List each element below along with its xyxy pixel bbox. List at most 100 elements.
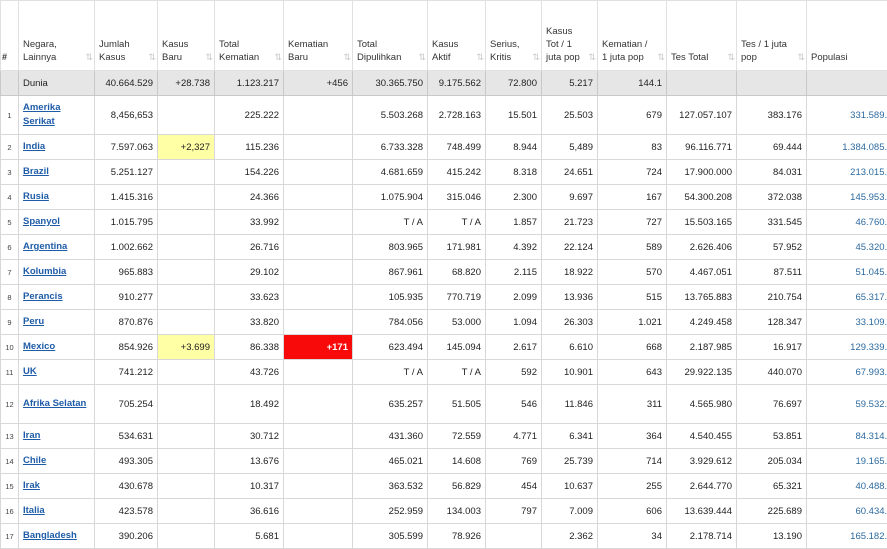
country-link[interactable]: Brazil (23, 165, 49, 179)
country-link[interactable]: Spanyol (23, 215, 60, 229)
cell-serious: 546 (486, 385, 542, 424)
cell-num: 12 (1, 385, 19, 424)
cell-tests-per-m: 128.347 (737, 310, 807, 335)
cell-new-deaths (284, 135, 353, 160)
cell-num: 8 (1, 285, 19, 310)
country-link[interactable]: Afrika Selatan (23, 397, 86, 411)
cell-total-cases: 8,456,653 (95, 96, 158, 135)
country-link[interactable]: Argentina (23, 240, 67, 254)
cell-total-tests: 4.540.455 (667, 424, 737, 449)
sort-icon[interactable]: ⇅ (205, 51, 211, 64)
sort-icon[interactable]: ⇅ (588, 51, 594, 64)
country-link[interactable]: Italia (23, 504, 45, 518)
cell-population: 145.953.533 (807, 185, 887, 210)
column-header-new-deaths[interactable]: Kematian Baru⇅ (284, 1, 353, 71)
country-link[interactable]: Amerika Serikat (23, 101, 90, 129)
cell-tests-per-m: 65.321 (737, 474, 807, 499)
country-link[interactable]: Mexico (23, 340, 55, 354)
sort-icon[interactable]: ⇅ (274, 51, 280, 64)
cell-total-cases: 40.664.529 (95, 71, 158, 96)
cell-total-deaths: 10.317 (215, 474, 284, 499)
cell-active: 748.499 (428, 135, 486, 160)
column-header-tests-per-m[interactable]: Tes / 1 juta pop⇅ (737, 1, 807, 71)
cell-total-cases: 910.277 (95, 285, 158, 310)
column-header-label: Serius, Kritis (490, 38, 537, 64)
country-link[interactable]: Kolumbia (23, 265, 66, 279)
cell-new-cases (158, 160, 215, 185)
column-header-total-deaths[interactable]: Total Kematian⇅ (215, 1, 284, 71)
cell-deaths-per-m: 679 (598, 96, 667, 135)
cell-total-recovered: 252.959 (353, 499, 428, 524)
sort-icon[interactable]: ⇅ (85, 51, 91, 64)
column-header-active[interactable]: Kasus Aktif⇅ (428, 1, 486, 71)
cell-population: 59.532.742 (807, 385, 887, 424)
sort-icon[interactable]: ⇅ (532, 51, 538, 64)
sort-icon[interactable]: ⇅ (476, 51, 482, 64)
column-header-total-cases[interactable]: Jumlah Kasus⇅ (95, 1, 158, 71)
table-row: 10Mexico854.926+3.69986.338+171623.49414… (1, 335, 887, 360)
cell-total-tests (667, 71, 737, 96)
sort-icon[interactable]: ⇅ (657, 51, 663, 64)
cell-serious: 1.857 (486, 210, 542, 235)
country-link[interactable]: Chile (23, 454, 46, 468)
cell-new-deaths (284, 185, 353, 210)
cell-population: 129.339.873 (807, 335, 887, 360)
column-header-total-tests[interactable]: Tes Total⇅ (667, 1, 737, 71)
sort-icon[interactable]: ⇅ (148, 51, 154, 64)
country-link[interactable]: Perancis (23, 290, 63, 304)
sort-icon[interactable]: ⇅ (418, 51, 424, 64)
sort-icon[interactable]: ⇅ (343, 51, 349, 64)
cell-num: 2 (1, 135, 19, 160)
cell-total-cases: 1.015.795 (95, 210, 158, 235)
column-header-deaths-per-m[interactable]: Kematian / 1 juta pop⇅ (598, 1, 667, 71)
column-header-total-recovered[interactable]: Total Dipulihkan⇅ (353, 1, 428, 71)
cell-deaths-per-m: 589 (598, 235, 667, 260)
column-header-new-cases[interactable]: Kasus Baru⇅ (158, 1, 215, 71)
country-link[interactable]: Iran (23, 429, 40, 443)
column-header-country[interactable]: Negara, Lainnya⇅ (19, 1, 95, 71)
cell-cases-per-m: 11.846 (542, 385, 598, 424)
cell-population: 45.320.654 (807, 235, 887, 260)
cell-num: 11 (1, 360, 19, 385)
cell-num: 6 (1, 235, 19, 260)
cell-population: 67.993.982 (807, 360, 887, 385)
world-total-row: Dunia40.664.529+28.7381.123.217+45630.36… (1, 71, 887, 96)
cell-tests-per-m: 84.031 (737, 160, 807, 185)
cell-active: 315.046 (428, 185, 486, 210)
cell-active: 134.003 (428, 499, 486, 524)
country-link[interactable]: India (23, 140, 45, 154)
country-link[interactable]: Peru (23, 315, 44, 329)
header-row: #Negara, Lainnya⇅Jumlah Kasus⇅Kasus Baru… (1, 1, 887, 71)
column-header-label: Jumlah Kasus (99, 38, 153, 64)
cell-serious: 769 (486, 449, 542, 474)
cell-num: 15 (1, 474, 19, 499)
column-header-population[interactable]: Populasi⇅ (807, 1, 887, 71)
country-link[interactable]: Bangladesh (23, 529, 77, 543)
cell-tests-per-m: 57.952 (737, 235, 807, 260)
cell-total-tests: 4.467.051 (667, 260, 737, 285)
column-header-num[interactable]: # (1, 1, 19, 71)
country-link[interactable]: Rusia (23, 190, 49, 204)
country-link[interactable]: Irak (23, 479, 40, 493)
column-header-label: Kematian / 1 juta pop (602, 38, 662, 64)
cell-total-deaths: 33.992 (215, 210, 284, 235)
cell-cases-per-m: 26.303 (542, 310, 598, 335)
cell-country: Italia (19, 499, 95, 524)
table-row: 9Peru870.87633.820784.05653.0001.09426.3… (1, 310, 887, 335)
sort-icon[interactable]: ⇅ (797, 51, 803, 64)
cell-new-deaths (284, 449, 353, 474)
cell-tests-per-m: 372.038 (737, 185, 807, 210)
sort-icon[interactable]: ⇅ (727, 51, 733, 64)
table-row: 8Perancis910.27733.623105.935770.7192.09… (1, 285, 887, 310)
cell-country: Irak (19, 474, 95, 499)
cell-total-deaths: 30.712 (215, 424, 284, 449)
cell-active: 145.094 (428, 335, 486, 360)
column-header-label: Total Dipulihkan (357, 38, 423, 64)
column-header-cases-per-m[interactable]: Kasus Tot / 1 juta pop⇅ (542, 1, 598, 71)
cell-new-cases (158, 360, 215, 385)
cell-total-tests: 4.565.980 (667, 385, 737, 424)
cell-cases-per-m: 10.637 (542, 474, 598, 499)
cell-deaths-per-m: 311 (598, 385, 667, 424)
country-link[interactable]: UK (23, 365, 37, 379)
column-header-serious[interactable]: Serius, Kritis⇅ (486, 1, 542, 71)
